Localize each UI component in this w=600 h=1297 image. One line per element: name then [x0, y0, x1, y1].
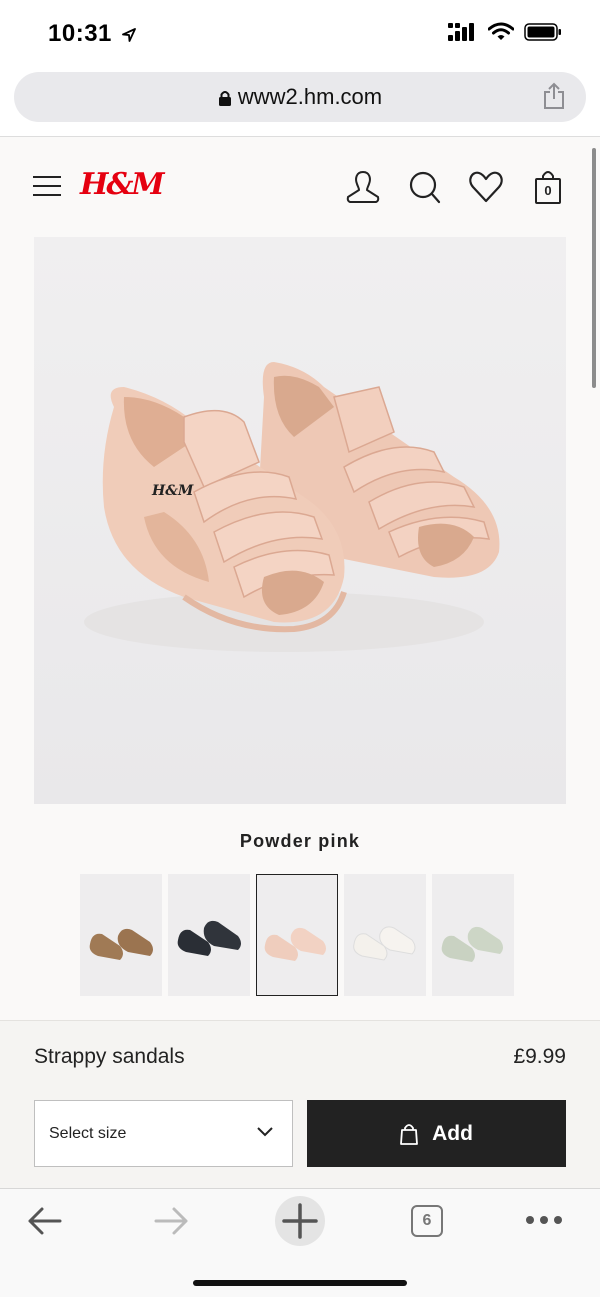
wifi-icon: [488, 22, 514, 40]
add-button-label: Add: [432, 1121, 473, 1145]
battery-icon: [524, 23, 561, 41]
product-name: Strappy sandals: [34, 1045, 185, 1068]
svg-text:H&M: H&M: [151, 483, 194, 499]
time-text: 10:31: [48, 20, 112, 47]
new-tab-button[interactable]: [275, 1196, 325, 1246]
sandals-illustration: H&M: [34, 237, 566, 804]
tabs-icon: 6: [422, 1212, 432, 1229]
browser-toolbar: 6: [0, 1188, 600, 1297]
address-bar[interactable]: www2.hm.com: [14, 72, 586, 122]
search-icon[interactable]: [408, 169, 442, 205]
forward-arrow-icon[interactable]: [152, 1201, 190, 1241]
swatch-powder-pink[interactable]: [256, 874, 338, 996]
product-image[interactable]: H&M: [34, 237, 566, 804]
home-indicator: [193, 1280, 407, 1286]
swatch-brown[interactable]: [80, 874, 162, 996]
chevron-down-icon: [257, 1127, 273, 1137]
web-page: H&M 0 H&M Powder pink: [0, 137, 600, 1020]
location-arrow-icon: [122, 27, 136, 42]
favourites-heart-icon[interactable]: [468, 169, 504, 205]
shopping-bag-icon: [400, 1123, 418, 1145]
selected-color-name: Powder pink: [239, 831, 361, 851]
account-icon[interactable]: [344, 169, 382, 205]
add-to-bag-button[interactable]: Add: [307, 1100, 566, 1167]
swatch-sage-green[interactable]: [432, 874, 514, 996]
size-select-label: Select size: [49, 1125, 127, 1142]
swatch-black[interactable]: [168, 874, 250, 996]
more-dots-icon[interactable]: [524, 1213, 564, 1227]
product-price: £9.99: [513, 1045, 566, 1068]
bag-count: 0: [544, 183, 552, 198]
status-bar: 10:31: [0, 0, 600, 66]
swatch-white[interactable]: [344, 874, 426, 996]
url-text: www2.hm.com: [237, 84, 383, 109]
hm-logo[interactable]: H&M: [80, 167, 165, 202]
lock-icon: [218, 91, 231, 107]
hamburger-menu-icon[interactable]: [32, 175, 62, 197]
page-scrollbar[interactable]: [592, 148, 596, 388]
size-select[interactable]: Select size: [34, 1100, 293, 1167]
shopping-bag-icon[interactable]: 0: [534, 169, 562, 205]
back-arrow-icon[interactable]: [26, 1201, 64, 1241]
tabs-button[interactable]: 6: [411, 1205, 443, 1237]
signal-icon: [448, 23, 474, 41]
new-tab-plus-icon: [282, 1203, 318, 1239]
color-swatches: [80, 874, 514, 996]
status-time: 10:31: [48, 20, 137, 48]
share-icon[interactable]: [542, 82, 566, 110]
site-header: H&M 0: [0, 137, 600, 237]
product-buy-bar: Strappy sandals £9.99 Select size Add: [0, 1020, 600, 1188]
